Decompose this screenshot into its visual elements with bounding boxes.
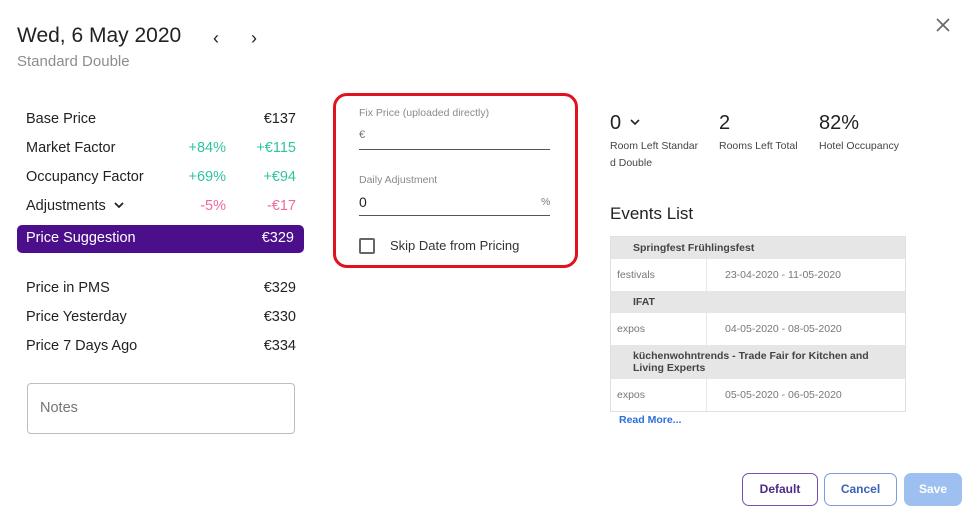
read-more-link[interactable]: Read More...	[619, 414, 681, 426]
market-factor-value: +€115	[256, 140, 296, 156]
adjustments-percent: -5%	[200, 198, 226, 214]
price-suggestion-label: Price Suggestion	[26, 230, 136, 246]
price-suggestion-value: €329	[261, 230, 294, 246]
price-yesterday-label: Price Yesterday	[26, 309, 127, 325]
event-dates: 04-05-2020 - 08-05-2020	[725, 323, 842, 335]
market-factor-label: Market Factor	[26, 140, 116, 156]
occupancy-factor-percent: +69%	[188, 169, 227, 185]
rooms-left-total-value: 2	[719, 112, 731, 134]
price-7-days-ago-label: Price 7 Days Ago	[26, 338, 138, 354]
rooms-left-total-label: Rooms Left Total	[719, 140, 798, 152]
cancel-button[interactable]: Cancel	[824, 473, 897, 506]
event-row: expos 05-05-2020 - 06-05-2020	[611, 378, 905, 411]
event-row-divider	[706, 313, 707, 345]
price-in-pms-value: €329	[263, 280, 296, 296]
notes-placeholder: Notes	[40, 400, 78, 416]
occupancy-factor-row: Occupancy Factor +69% +€94	[26, 166, 296, 190]
events-table: Springfest Frühlingsfest festivals 23-04…	[610, 236, 906, 412]
hotel-occupancy-value: 82%	[819, 112, 860, 134]
event-category: expos	[617, 389, 646, 401]
default-button[interactable]: Default	[742, 473, 818, 506]
base-price-value: €137	[263, 111, 296, 127]
chevron-down-icon	[114, 202, 124, 209]
event-category: expos	[617, 323, 646, 335]
event-dates: 23-04-2020 - 11-05-2020	[725, 269, 841, 281]
price-in-pms-row: Price in PMS €329	[26, 277, 296, 301]
event-row: expos 04-05-2020 - 08-05-2020	[611, 312, 905, 345]
event-category: festivals	[617, 269, 655, 281]
daily-adjustment-percent-suffix: %	[541, 196, 551, 208]
notes-input[interactable]: Notes	[27, 383, 295, 434]
adjustments-row[interactable]: Adjustments -5% -€17	[26, 195, 296, 219]
occupancy-factor-label: Occupancy Factor	[26, 169, 144, 185]
skip-date-label[interactable]: Skip Date from Pricing	[390, 238, 519, 253]
hotel-occupancy-label: Hotel Occupancy	[819, 140, 899, 152]
event-name: Springfest Frühlingsfest	[611, 237, 905, 258]
event-name: IFAT	[611, 291, 905, 312]
daily-adjustment-label: Daily Adjustment	[359, 174, 438, 186]
room-left-value: 0	[610, 112, 622, 134]
fix-price-label: Fix Price (uploaded directly)	[359, 107, 490, 119]
event-row: festivals 23-04-2020 - 11-05-2020	[611, 258, 905, 291]
base-price-label: Base Price	[26, 111, 97, 127]
price-7-days-ago-row: Price 7 Days Ago €334	[26, 335, 296, 359]
room-left-label-line2: d Double	[610, 157, 653, 169]
daily-adjustment-underline	[359, 215, 550, 216]
price-yesterday-value: €330	[263, 309, 296, 325]
fix-price-currency-prefix: €	[359, 129, 366, 141]
adjustments-toggle[interactable]: Adjustments	[26, 198, 125, 214]
price-suggestion-bar: Price Suggestion €329	[17, 225, 304, 253]
fix-price-input[interactable]	[372, 126, 550, 148]
event-dates: 05-05-2020 - 06-05-2020	[725, 389, 842, 401]
price-7-days-ago-value: €334	[263, 338, 296, 354]
save-button[interactable]: Save	[904, 473, 962, 506]
chevron-down-icon	[630, 119, 640, 126]
skip-date-checkbox[interactable]	[359, 238, 375, 254]
prev-day-button[interactable]: ‹	[208, 28, 224, 48]
event-row-divider	[706, 259, 707, 291]
adjustments-label: Adjustments	[26, 198, 106, 214]
events-list-title: Events List	[610, 204, 694, 223]
fix-price-underline	[359, 149, 550, 150]
occupancy-factor-value: +€94	[263, 169, 296, 185]
event-row-divider	[706, 379, 707, 411]
adjustments-value: -€17	[266, 198, 296, 214]
daily-adjustment-input[interactable]: 0	[359, 194, 529, 210]
base-price-row: Base Price €137	[26, 108, 296, 132]
price-yesterday-row: Price Yesterday €330	[26, 306, 296, 330]
close-icon[interactable]	[932, 14, 954, 36]
room-type-subtitle: Standard Double	[17, 53, 130, 70]
date-title: Wed, 6 May 2020	[17, 24, 182, 47]
next-day-button[interactable]: ›	[246, 28, 262, 48]
event-name: küchenwohntrends - Trade Fair for Kitche…	[611, 345, 905, 378]
price-detail-dialog: Wed, 6 May 2020 ‹ › Standard Double Base…	[0, 0, 970, 512]
market-factor-percent: +84%	[188, 140, 227, 156]
room-left-label-line1: Room Left Standar	[610, 140, 699, 152]
room-left-dropdown[interactable]: 0	[610, 112, 641, 135]
price-in-pms-label: Price in PMS	[26, 280, 110, 296]
room-left-label: Room Left Standar d Double	[610, 138, 698, 172]
market-factor-row: Market Factor +84% +€115	[26, 137, 296, 161]
